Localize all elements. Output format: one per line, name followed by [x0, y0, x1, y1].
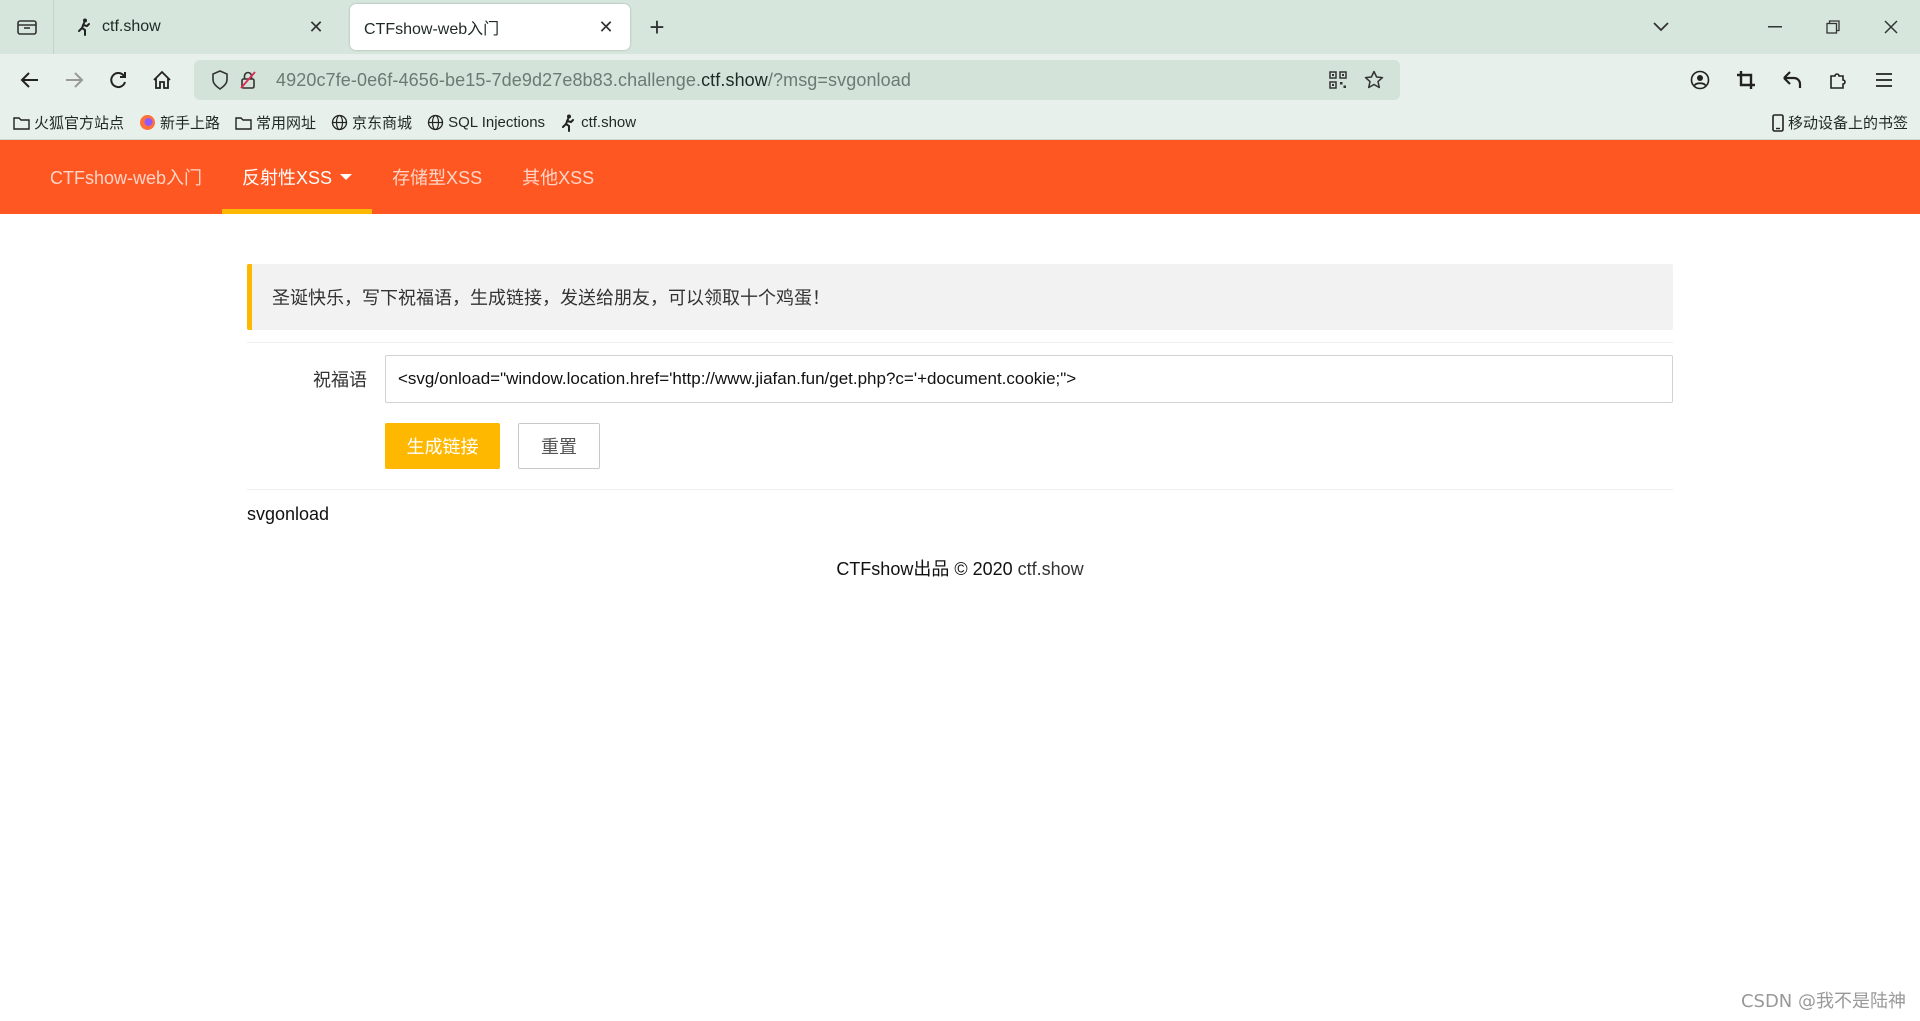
tab-ctfshow[interactable]: ctf.show ✕	[60, 4, 340, 50]
firefox-icon	[138, 114, 156, 132]
bookmark-item[interactable]: ctf.show	[559, 114, 636, 132]
greeting-label: 祝福语	[313, 370, 367, 390]
bookmark-item[interactable]: 新手上路	[138, 112, 220, 133]
greeting-form-row: 祝福语 <svg/onload="window.location.href='h…	[247, 355, 1673, 403]
url-text: 4920c7fe-0e6f-4656-be15-7de9d27e8b83.cha…	[276, 69, 911, 90]
reload-icon[interactable]	[96, 58, 140, 102]
form-buttons: 生成链接 重置	[385, 423, 1673, 469]
divider	[247, 489, 1673, 490]
tab-ctfshow-web[interactable]: CTFshow-web入门 ✕	[350, 4, 630, 50]
globe-icon	[426, 114, 444, 132]
browser-chrome: ctf.show ✕ CTFshow-web入门 ✕ + 4920c7fe-0e…	[0, 0, 1920, 140]
account-icon[interactable]	[1678, 58, 1722, 102]
bookmark-item[interactable]: 火狐官方站点	[12, 112, 124, 133]
tab-overview-button[interactable]	[0, 0, 54, 54]
mobile-bookmarks[interactable]: 移动设备上的书签	[1772, 112, 1908, 133]
minimize-icon[interactable]	[1746, 0, 1804, 54]
restore-icon[interactable]	[1804, 0, 1862, 54]
runner-icon	[74, 17, 94, 37]
folder-icon	[234, 114, 252, 132]
insecure-lock-icon[interactable]	[234, 66, 262, 94]
generate-link-button[interactable]: 生成链接	[385, 423, 500, 469]
bookmark-item[interactable]: 京东商城	[330, 112, 412, 133]
tab-title: CTFshow-web入门	[364, 21, 500, 38]
close-tab-icon[interactable]: ✕	[596, 17, 616, 37]
back-icon[interactable]	[8, 58, 52, 102]
notice-quote: 圣诞快乐，写下祝福语，生成链接，发送给朋友，可以领取十个鸡蛋！	[247, 264, 1673, 330]
bookmarks-toolbar: 火狐官方站点 新手上路 常用网址 京东商城 SQL Injections ctf…	[0, 106, 1920, 140]
site-nav: CTFshow-web入门 反射性XSS 存储型XSS 其他XSS	[0, 140, 1920, 214]
tabs-tray-icon	[16, 20, 37, 35]
nav-item-other-xss[interactable]: 其他XSS	[502, 140, 614, 214]
close-tab-icon[interactable]: ✕	[306, 17, 326, 37]
main-container: 圣诞快乐，写下祝福语，生成链接，发送给朋友，可以领取十个鸡蛋！ 祝福语 <svg…	[247, 214, 1673, 581]
screenshot-crop-icon[interactable]	[1724, 58, 1768, 102]
footer: CTFshow出品 © 2020 ctf.show	[247, 555, 1673, 581]
shield-icon[interactable]	[206, 66, 234, 94]
globe-icon	[330, 114, 348, 132]
window-controls	[1632, 0, 1920, 54]
toolbar-right	[1678, 58, 1912, 102]
close-window-icon[interactable]	[1862, 0, 1920, 54]
mobile-device-icon	[1772, 113, 1786, 132]
nav-item-label: 反射性XSS	[242, 168, 333, 188]
tab-title: ctf.show	[102, 18, 161, 35]
menu-icon[interactable]	[1862, 58, 1906, 102]
footer-link[interactable]: ctf.show	[1018, 559, 1084, 579]
navigation-toolbar: 4920c7fe-0e6f-4656-be15-7de9d27e8b83.cha…	[0, 54, 1920, 106]
folder-icon	[12, 114, 30, 132]
reflected-message: svgonload	[247, 504, 330, 524]
forward-icon[interactable]	[52, 58, 96, 102]
runner-icon	[559, 114, 577, 132]
bookmark-item[interactable]: SQL Injections	[426, 114, 545, 132]
undo-icon[interactable]	[1770, 58, 1814, 102]
nav-brand[interactable]: CTFshow-web入门	[30, 140, 222, 214]
reset-button[interactable]: 重置	[518, 423, 600, 469]
home-icon[interactable]	[140, 58, 184, 102]
caret-down-icon	[340, 174, 353, 180]
qr-code-icon[interactable]	[1324, 66, 1352, 94]
bookmark-item[interactable]: 常用网址	[234, 112, 316, 133]
new-tab-button[interactable]: +	[634, 0, 680, 54]
divider	[247, 342, 1673, 343]
nav-item-reflected-xss[interactable]: 反射性XSS	[222, 140, 373, 214]
list-all-tabs-icon[interactable]	[1632, 0, 1690, 54]
tab-bar: ctf.show ✕ CTFshow-web入门 ✕ +	[0, 0, 1920, 54]
greeting-input[interactable]: <svg/onload="window.location.href='http:…	[385, 355, 1673, 403]
footer-text: CTFshow出品 © 2020	[836, 559, 1018, 579]
nav-item-stored-xss[interactable]: 存储型XSS	[372, 140, 502, 214]
address-bar[interactable]: 4920c7fe-0e6f-4656-be15-7de9d27e8b83.cha…	[194, 60, 1400, 100]
bookmark-star-icon[interactable]	[1360, 66, 1388, 94]
watermark: CSDN @我不是陆神	[1740, 991, 1906, 1012]
extensions-icon[interactable]	[1816, 58, 1860, 102]
